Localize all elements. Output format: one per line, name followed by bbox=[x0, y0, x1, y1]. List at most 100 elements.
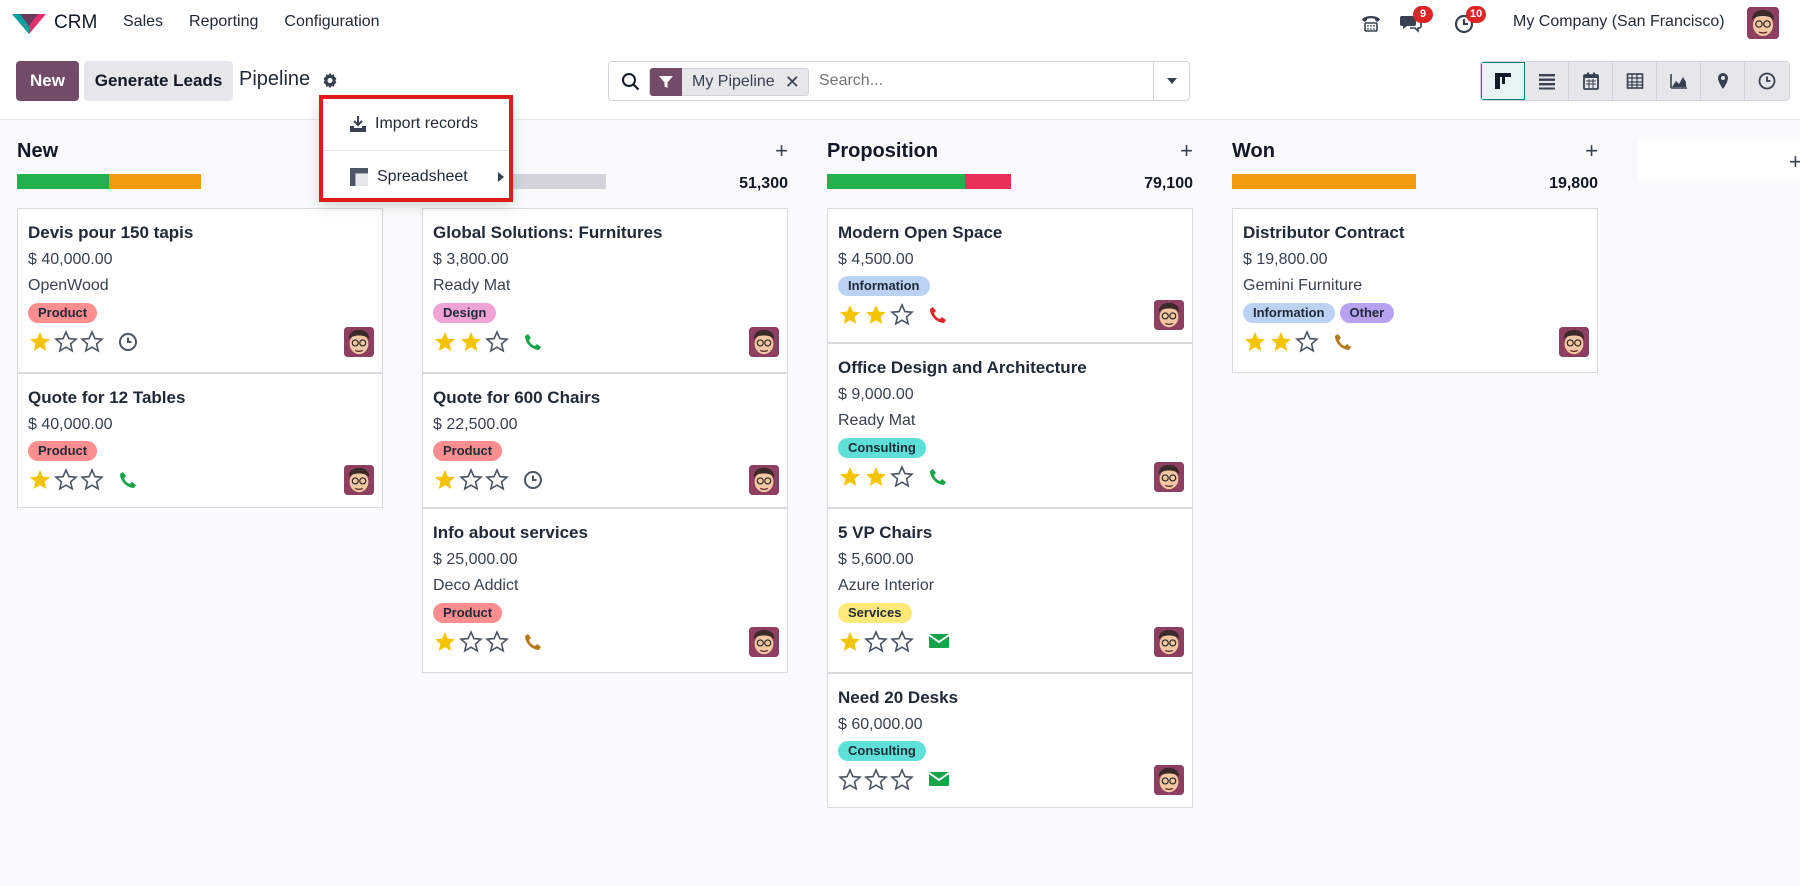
activity-button[interactable] bbox=[928, 770, 950, 790]
company-switcher[interactable]: My Company (San Francisco) bbox=[1513, 13, 1725, 31]
progress-segment[interactable] bbox=[1232, 174, 1416, 189]
search-icon[interactable] bbox=[621, 72, 641, 92]
add-column-plus-icon[interactable]: + bbox=[1789, 149, 1800, 175]
star-filled-icon[interactable] bbox=[433, 630, 457, 654]
new-button[interactable]: New bbox=[16, 61, 79, 101]
crm-logo-icon[interactable] bbox=[12, 12, 46, 34]
salesperson-avatar[interactable] bbox=[749, 327, 779, 357]
star-empty-icon[interactable] bbox=[890, 768, 914, 792]
remove-facet-icon[interactable]: ✕ bbox=[785, 72, 808, 93]
activity-button[interactable] bbox=[118, 332, 138, 352]
star-empty-icon[interactable] bbox=[459, 468, 483, 492]
star-filled-icon[interactable] bbox=[459, 330, 483, 354]
lead-card[interactable]: 5 VP Chairs $ 5,600.00 Azure Interior Servi… bbox=[827, 508, 1193, 673]
menu-sales[interactable]: Sales bbox=[123, 13, 163, 31]
lead-card[interactable]: Office Design and Architecture $ 9,000.00… bbox=[827, 343, 1193, 508]
lead-card[interactable]: Global Solutions: Furnitures $ 3,800.00 Re… bbox=[422, 208, 788, 373]
star-empty-icon[interactable] bbox=[485, 468, 509, 492]
quick-create-plus-icon[interactable]: + bbox=[775, 138, 788, 164]
column-title[interactable]: Proposition bbox=[827, 140, 938, 163]
menu-configuration[interactable]: Configuration bbox=[284, 13, 379, 31]
activity-button[interactable] bbox=[523, 470, 543, 490]
star-empty-icon[interactable] bbox=[890, 465, 914, 489]
calendar-view-button[interactable] bbox=[1569, 62, 1613, 100]
star-empty-icon[interactable] bbox=[80, 330, 104, 354]
activity-button[interactable] bbox=[118, 470, 138, 490]
star-empty-icon[interactable] bbox=[459, 630, 483, 654]
activity-button[interactable] bbox=[928, 467, 948, 487]
activity-button[interactable] bbox=[523, 632, 543, 652]
salesperson-avatar[interactable] bbox=[1154, 300, 1184, 330]
star-filled-icon[interactable] bbox=[838, 465, 862, 489]
star-empty-icon[interactable] bbox=[890, 303, 914, 327]
star-empty-icon[interactable] bbox=[54, 468, 78, 492]
star-empty-icon[interactable] bbox=[54, 330, 78, 354]
lead-card[interactable]: Distributor Contract $ 19,800.00 Gemini Fu… bbox=[1232, 208, 1598, 373]
star-filled-icon[interactable] bbox=[28, 330, 52, 354]
star-filled-icon[interactable] bbox=[838, 303, 862, 327]
salesperson-avatar[interactable] bbox=[1559, 327, 1589, 357]
lead-card[interactable]: Devis pour 150 tapis $ 40,000.00 OpenWood P… bbox=[17, 208, 383, 373]
activity-button[interactable] bbox=[1333, 332, 1353, 352]
search-input[interactable] bbox=[819, 72, 1139, 90]
progress-segment[interactable] bbox=[965, 174, 1011, 189]
menu-reporting[interactable]: Reporting bbox=[189, 13, 258, 31]
quick-create-plus-icon[interactable]: + bbox=[1585, 138, 1598, 164]
star-filled-icon[interactable] bbox=[433, 468, 457, 492]
lead-title: Quote for 12 Tables bbox=[28, 388, 186, 407]
star-empty-icon[interactable] bbox=[80, 468, 104, 492]
star-empty-icon[interactable] bbox=[838, 768, 862, 792]
star-filled-icon[interactable] bbox=[1269, 330, 1293, 354]
salesperson-avatar[interactable] bbox=[344, 465, 374, 495]
salesperson-avatar[interactable] bbox=[344, 327, 374, 357]
graph-view-button[interactable] bbox=[1657, 62, 1701, 100]
column-title[interactable]: Won bbox=[1232, 140, 1275, 163]
list-view-button[interactable] bbox=[1525, 62, 1569, 100]
lead-card[interactable]: Info about services $ 25,000.00 Deco Addic… bbox=[422, 508, 788, 673]
column-title[interactable]: New bbox=[17, 140, 58, 163]
activity-button[interactable] bbox=[928, 305, 948, 325]
quick-create-plus-icon[interactable]: + bbox=[1180, 138, 1193, 164]
progress-segment[interactable] bbox=[827, 174, 965, 189]
search-options-toggle[interactable] bbox=[1153, 62, 1189, 100]
filter-facet-label: My Pipeline bbox=[692, 73, 775, 90]
star-empty-icon[interactable] bbox=[864, 630, 888, 654]
lead-title: Devis pour 150 tapis bbox=[28, 223, 194, 242]
gear-icon[interactable] bbox=[321, 72, 339, 90]
salesperson-avatar[interactable] bbox=[1154, 462, 1184, 492]
star-filled-icon[interactable] bbox=[864, 303, 888, 327]
salesperson-avatar[interactable] bbox=[749, 465, 779, 495]
progress-segment[interactable] bbox=[17, 174, 109, 189]
app-name[interactable]: CRM bbox=[54, 12, 97, 34]
progress-segment[interactable] bbox=[109, 174, 201, 189]
kanban-view-button[interactable] bbox=[1481, 62, 1525, 100]
salesperson-avatar[interactable] bbox=[749, 627, 779, 657]
star-empty-icon[interactable] bbox=[485, 630, 509, 654]
pivot-view-button[interactable] bbox=[1613, 62, 1657, 100]
salesperson-avatar[interactable] bbox=[1154, 765, 1184, 795]
star-filled-icon[interactable] bbox=[28, 468, 52, 492]
activity-view-button[interactable] bbox=[1745, 62, 1789, 100]
activity-button[interactable] bbox=[523, 332, 543, 352]
generate-leads-button[interactable]: Generate Leads bbox=[84, 61, 233, 101]
star-filled-icon[interactable] bbox=[1243, 330, 1267, 354]
star-empty-icon[interactable] bbox=[890, 630, 914, 654]
star-empty-icon[interactable] bbox=[1295, 330, 1319, 354]
lead-card[interactable]: Modern Open Space $ 4,500.00 Information bbox=[827, 208, 1193, 343]
star-filled-icon[interactable] bbox=[433, 330, 457, 354]
import-records-item[interactable]: Import records bbox=[323, 99, 509, 149]
map-marker-icon bbox=[1717, 73, 1728, 89]
lead-card[interactable]: Quote for 600 Chairs $ 22,500.00 Product bbox=[422, 373, 788, 508]
user-avatar[interactable] bbox=[1747, 7, 1779, 39]
star-empty-icon[interactable] bbox=[864, 768, 888, 792]
activity-button[interactable] bbox=[928, 632, 950, 652]
map-view-button[interactable] bbox=[1701, 62, 1745, 100]
lead-card[interactable]: Quote for 12 Tables $ 40,000.00 Product bbox=[17, 373, 383, 508]
lead-card[interactable]: Need 20 Desks $ 60,000.00 Consulting bbox=[827, 673, 1193, 808]
star-filled-icon[interactable] bbox=[838, 630, 862, 654]
star-empty-icon[interactable] bbox=[485, 330, 509, 354]
spreadsheet-item[interactable]: Spreadsheet bbox=[323, 152, 509, 202]
star-filled-icon[interactable] bbox=[864, 465, 888, 489]
voip-phone-icon[interactable] bbox=[1359, 11, 1383, 35]
salesperson-avatar[interactable] bbox=[1154, 627, 1184, 657]
